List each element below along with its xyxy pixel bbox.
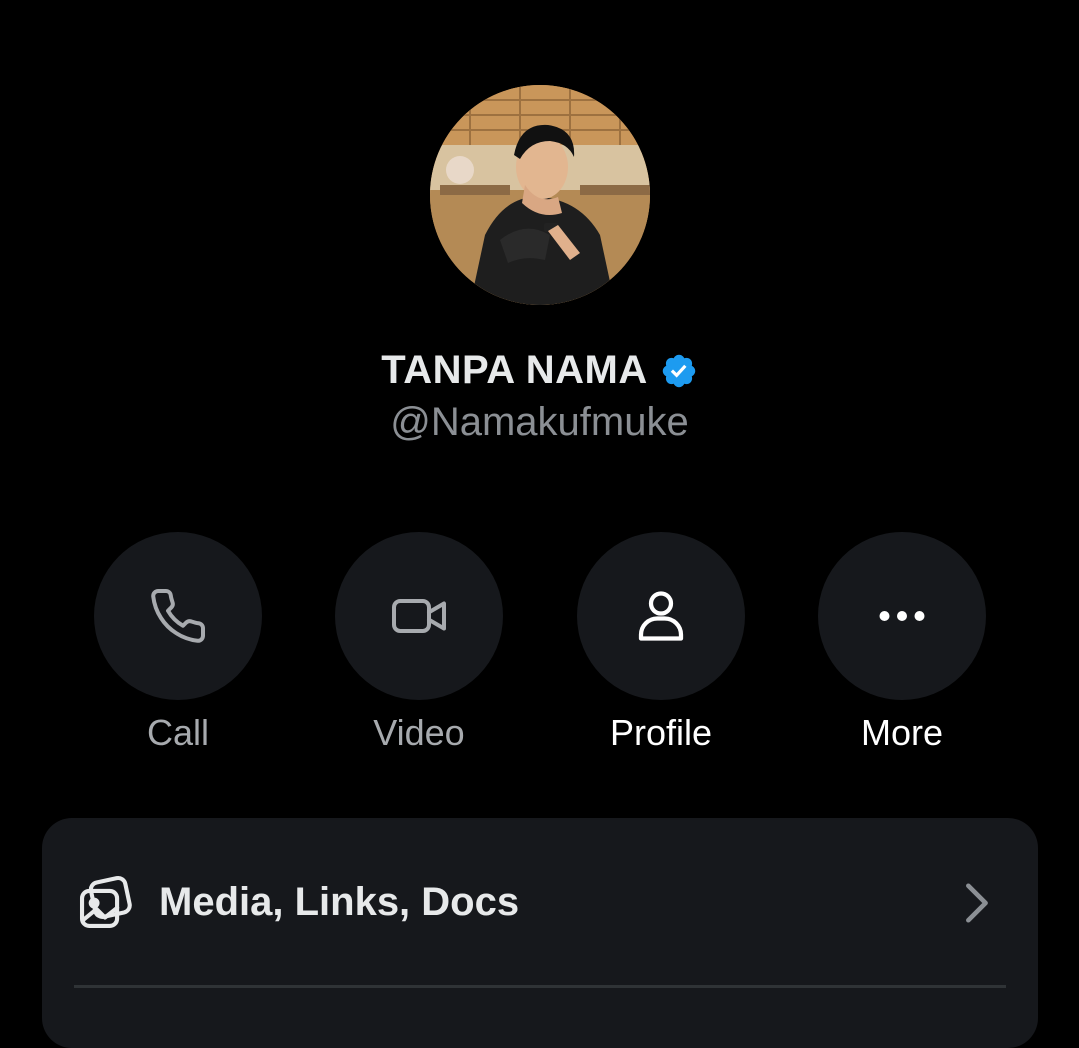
profile-name-row: TANPA NAMA: [0, 348, 1079, 393]
more-label: More: [860, 712, 944, 753]
more-button-circle[interactable]: [818, 532, 986, 700]
call-button[interactable]: Call: [94, 532, 262, 754]
profile-handle: @Namakufmuke: [390, 400, 689, 444]
profile-button-circle[interactable]: [577, 532, 745, 700]
media-gallery-icon: [79, 875, 132, 929]
video-camera-icon: [392, 599, 446, 633]
conversation-info-card: Media, Links, Docs: [42, 818, 1038, 1048]
more-button[interactable]: More: [818, 532, 986, 754]
call-button-circle[interactable]: [94, 532, 262, 700]
phone-icon: [151, 588, 206, 643]
chevron-right-icon: [966, 883, 988, 923]
call-label: Call: [146, 712, 209, 753]
divider: [74, 985, 1006, 988]
profile-button[interactable]: Profile: [577, 532, 745, 754]
action-buttons: Call Video Profile More: [0, 532, 1079, 762]
video-button[interactable]: Video: [335, 532, 503, 754]
media-links-docs-row[interactable]: Media, Links, Docs: [42, 818, 1038, 986]
more-dots-icon: [879, 611, 925, 621]
video-label: Video: [373, 712, 465, 753]
media-links-docs-label: Media, Links, Docs: [159, 880, 520, 924]
verified-badge-icon: [662, 354, 695, 387]
person-icon: [638, 591, 684, 641]
profile-label: Profile: [609, 712, 713, 753]
avatar[interactable]: [430, 85, 650, 305]
display-name: TANPA NAMA: [381, 348, 648, 392]
video-button-circle[interactable]: [335, 532, 503, 700]
avatar-photo: [430, 85, 650, 305]
